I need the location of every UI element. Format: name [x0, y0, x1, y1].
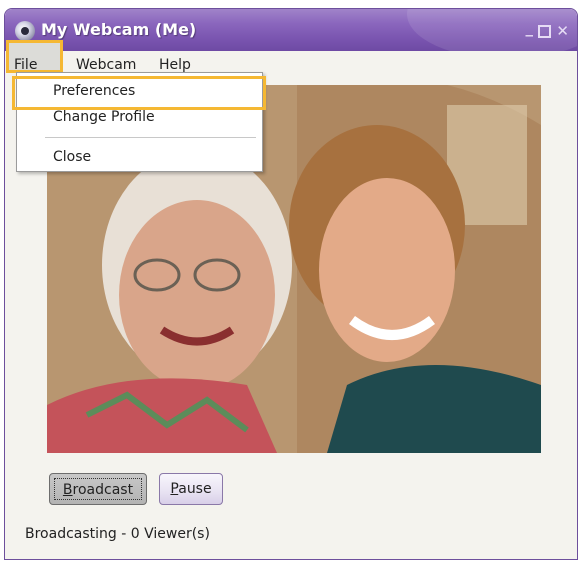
pause-button[interactable]: Pause — [159, 473, 223, 505]
maximize-icon[interactable] — [538, 25, 551, 38]
status-text: Broadcasting - 0 Viewer(s) — [25, 526, 210, 542]
menu-separator — [45, 137, 256, 138]
menu-item-change-profile[interactable]: Change Profile — [53, 109, 155, 125]
title-bar[interactable]: My Webcam (Me) _ ✕ — [5, 9, 577, 59]
broadcast-button[interactable]: Broadcast — [49, 473, 147, 505]
menu-item-close[interactable]: Close — [53, 149, 91, 165]
preferences-highlight — [12, 76, 266, 110]
window-title: My Webcam (Me) — [41, 20, 197, 39]
menu-help[interactable]: Help — [159, 57, 191, 73]
webcam-icon — [15, 21, 35, 41]
close-icon[interactable]: ✕ — [556, 22, 569, 40]
menu-file[interactable]: File — [14, 57, 37, 73]
menu-webcam[interactable]: Webcam — [76, 57, 136, 73]
minimize-icon[interactable]: _ — [526, 19, 534, 37]
